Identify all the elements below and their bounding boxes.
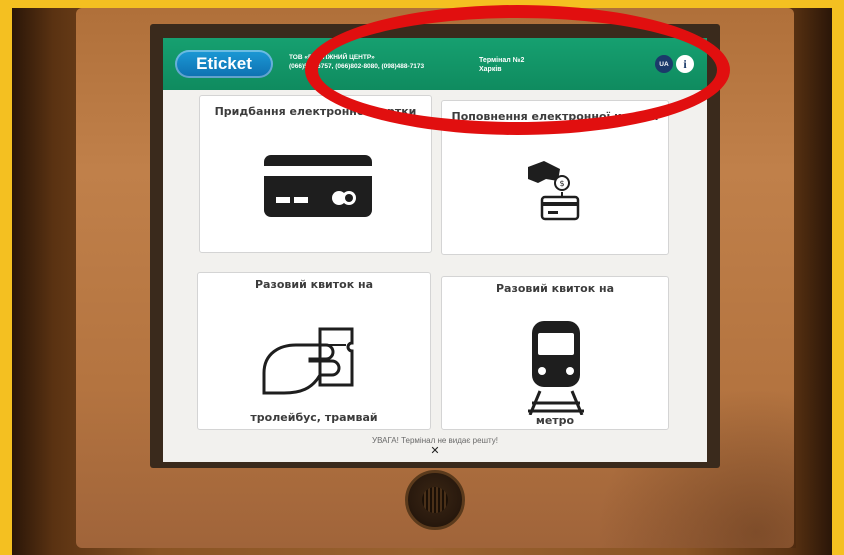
- tile-title: Придбання електронної картки: [214, 105, 417, 118]
- tile-title: Разовий квиток на: [495, 282, 615, 295]
- organization-phones: (066)553-6757, (066)802-8080, (098)488-7…: [289, 63, 425, 70]
- info-button[interactable]: i: [676, 55, 694, 73]
- organization-info: ТОВ «ПЛАТІЖНИЙ ЦЕНТР» (066)553-6757, (06…: [289, 53, 424, 71]
- tile-top-up-card[interactable]: Поповнення електронної картки $: [441, 100, 669, 255]
- hand-coin-card-icon: $: [528, 161, 580, 221]
- credit-card-icon: [264, 155, 372, 217]
- language-button[interactable]: UA: [655, 55, 673, 73]
- tile-ticket-metro[interactable]: Разовий квиток на метро: [441, 276, 669, 430]
- tile-subtitle: тролейбус, трамвай: [250, 411, 378, 424]
- hand-ticket-icon: [262, 327, 354, 395]
- speaker-grille: [405, 470, 465, 530]
- tile-title: Поповнення електронної картки: [451, 110, 659, 123]
- eticket-logo: Eticket: [175, 50, 273, 78]
- touch-screen: Eticket ТОВ «ПЛАТІЖНИЙ ЦЕНТР» (066)553-6…: [163, 38, 707, 462]
- close-icon[interactable]: ✕: [429, 445, 441, 457]
- tile-title: Разовий квиток на: [254, 278, 374, 291]
- terminal-info: Термінал №2 Харків: [479, 56, 524, 74]
- terminal-number: Термінал №2: [479, 57, 525, 64]
- tile-ticket-tram[interactable]: Разовий квиток на тролейбус, трамвай: [197, 272, 431, 430]
- tile-subtitle: метро: [535, 414, 575, 427]
- organization-name: ТОВ «ПЛАТІЖНИЙ ЦЕНТР»: [289, 54, 375, 61]
- svg-text:$: $: [559, 179, 564, 188]
- terminal-city: Харків: [479, 66, 502, 73]
- metro-train-icon: [528, 321, 584, 415]
- tile-buy-card[interactable]: Придбання електронної картки: [199, 95, 432, 253]
- header-bar: Eticket ТОВ «ПЛАТІЖНИЙ ЦЕНТР» (066)553-6…: [163, 38, 707, 90]
